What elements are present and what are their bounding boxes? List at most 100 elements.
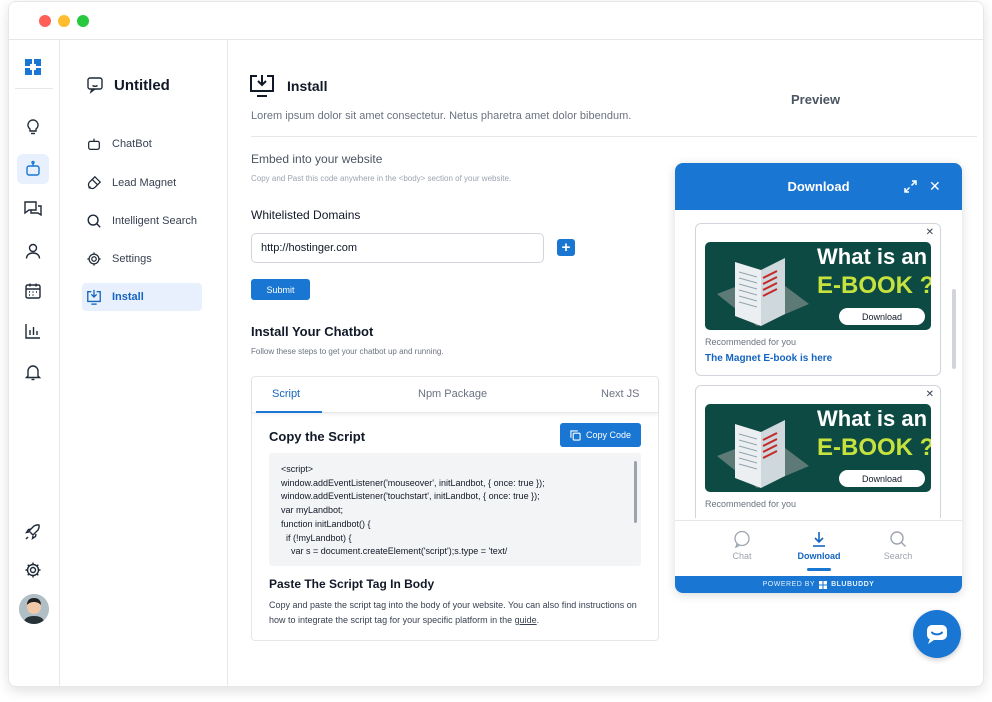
book-illustration: [717, 258, 809, 326]
magnet-icon: [87, 175, 102, 190]
project-sidebar: Untitled ChatBot Lead Magnet Intelligent…: [60, 40, 228, 686]
expand-icon[interactable]: [904, 180, 917, 198]
minimize-window-button[interactable]: [58, 15, 70, 27]
script-code: <script> window.addEventListener('mouseo…: [281, 464, 545, 557]
tab-next-js[interactable]: Next JS: [601, 388, 640, 400]
user-icon[interactable]: [17, 236, 49, 266]
nav-download-label: Download: [797, 551, 841, 561]
tab-script[interactable]: Script: [272, 388, 300, 400]
icon-rail: [9, 40, 60, 686]
install-icon: [250, 75, 274, 97]
widget-header: Download ✕: [675, 163, 962, 210]
rail-divider: [15, 88, 53, 89]
banner-download-button[interactable]: Download: [839, 470, 925, 487]
avatar[interactable]: [19, 594, 49, 624]
sidebar-item-label: Intelligent Search: [112, 215, 197, 227]
chatbot-face-icon: [87, 77, 103, 94]
widget-scrollbar[interactable]: [952, 289, 956, 369]
sidebar-item-settings[interactable]: Settings: [82, 245, 202, 273]
paste-description-end: .: [536, 615, 540, 625]
close-icon[interactable]: ✕: [929, 179, 941, 193]
search-icon: [87, 214, 101, 228]
script-code-block[interactable]: <script> window.addEventListener('mouseo…: [269, 453, 641, 566]
nav-chat[interactable]: Chat: [712, 529, 772, 561]
install-chatbot-description: Follow these steps to get your chatbot u…: [251, 347, 444, 356]
calendar-icon[interactable]: [17, 276, 49, 306]
recommended-label: Recommended for you: [705, 337, 797, 347]
code-scrollbar[interactable]: [634, 461, 637, 523]
sidebar-item-lead-magnet[interactable]: Lead Magnet: [82, 169, 202, 197]
chat-bubble-icon: [734, 530, 750, 548]
nav-download[interactable]: Download: [789, 529, 849, 561]
paste-description-text: Copy and paste the script tag into the b…: [269, 600, 637, 625]
banner-headline: What is an: [817, 244, 928, 269]
sidebar-item-label: Settings: [112, 253, 152, 265]
sidebar-item-label: Lead Magnet: [112, 177, 177, 189]
magnet-link[interactable]: The Magnet E-book is here: [705, 353, 832, 364]
nav-chat-label: Chat: [732, 551, 752, 561]
brand-logo-icon: [819, 580, 828, 589]
install-icon: [87, 289, 101, 305]
install-chatbot-title: Install Your Chatbot: [251, 324, 374, 339]
paste-script-description: Copy and paste the script tag into the b…: [269, 598, 641, 628]
bell-icon[interactable]: [17, 357, 49, 387]
powered-by-label: POWERED BY: [762, 581, 816, 588]
app-window: Untitled ChatBot Lead Magnet Intelligent…: [8, 1, 984, 687]
copy-icon: [570, 429, 581, 441]
paste-script-title: Paste The Script Tag In Body: [269, 577, 435, 591]
ebook-card[interactable]: ✕ What is an E-BOOK ? Download Recommend…: [695, 385, 941, 518]
widget-bottom-nav: Chat Download Search: [675, 520, 962, 576]
whitelisted-domains-title: Whitelisted Domains: [251, 208, 361, 222]
dismiss-card-icon[interactable]: ✕: [926, 389, 934, 400]
gear-icon: [87, 252, 101, 266]
domain-input[interactable]: [251, 233, 544, 263]
page-description: Lorem ipsum dolor sit amet consectetur. …: [251, 110, 632, 122]
bot-icon[interactable]: [17, 154, 49, 184]
page-title: Install: [287, 78, 328, 94]
active-nav-indicator: [807, 568, 831, 571]
banner-subheadline: E-BOOK ?: [817, 434, 931, 461]
sidebar-item-intelligent-search[interactable]: Intelligent Search: [82, 207, 202, 235]
tab-npm-package[interactable]: Npm Package: [418, 388, 487, 400]
embed-description: Copy and Past this code anywhere in the …: [251, 174, 512, 183]
search-icon: [890, 531, 906, 547]
project-title-label: Untitled: [114, 76, 170, 94]
dismiss-card-icon[interactable]: ✕: [926, 227, 934, 238]
nav-search[interactable]: Search: [868, 529, 928, 561]
page-header: Install: [249, 74, 327, 98]
rocket-icon[interactable]: [17, 517, 49, 547]
ebook-banner: What is an E-BOOK ? Download: [705, 242, 931, 330]
gear-icon[interactable]: [17, 555, 49, 585]
copy-script-title: Copy the Script: [269, 429, 366, 444]
active-tab-indicator: [256, 411, 322, 413]
sidebar-item-install[interactable]: Install: [82, 283, 202, 311]
install-tabs: Script Npm Package Next JS: [252, 377, 658, 413]
add-domain-button[interactable]: +: [557, 239, 575, 256]
widget-title: Download: [787, 179, 850, 194]
banner-download-button[interactable]: Download: [839, 308, 925, 325]
copy-code-label: Copy Code: [585, 430, 632, 440]
maximize-window-button[interactable]: [77, 15, 89, 27]
brand-name: BLUBUDDY: [831, 581, 875, 588]
recommended-label: Recommended for you: [705, 499, 797, 509]
analytics-icon[interactable]: [17, 316, 49, 346]
book-illustration: [717, 420, 809, 488]
chat-icon[interactable]: [17, 194, 49, 224]
chat-launcher-icon: [927, 625, 947, 644]
nav-search-label: Search: [883, 551, 913, 561]
embed-title: Embed into your website: [251, 152, 383, 166]
ideas-icon[interactable]: [17, 112, 49, 142]
close-window-button[interactable]: [39, 15, 51, 27]
powered-by-bar: POWERED BY BLUBUDDY: [675, 576, 962, 593]
chat-launcher-button[interactable]: [913, 610, 961, 658]
title-bar: [9, 2, 983, 40]
app-logo-icon[interactable]: [17, 52, 49, 82]
copy-code-button[interactable]: Copy Code: [560, 423, 641, 447]
project-title[interactable]: Untitled: [86, 76, 170, 94]
sidebar-item-chatbot[interactable]: ChatBot: [82, 130, 202, 158]
ebook-card[interactable]: ✕ What is an E-BOOK ? Download Recommend…: [695, 223, 941, 376]
guide-link[interactable]: guide: [515, 615, 537, 625]
ebook-banner: What is an E-BOOK ? Download: [705, 404, 931, 492]
header-divider: [251, 136, 977, 137]
submit-button[interactable]: Submit: [251, 279, 310, 300]
